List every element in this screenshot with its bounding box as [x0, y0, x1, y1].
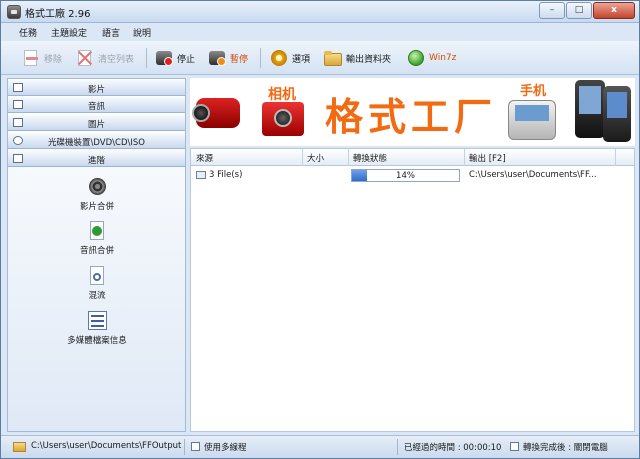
stop-button[interactable]: 停止	[154, 47, 195, 69]
banner-camera-label: 相机	[268, 87, 296, 103]
column-status[interactable]: 轉換狀態	[353, 152, 387, 164]
window-title: 格式工廠 2.96	[25, 9, 91, 20]
menu-theme[interactable]: 主題設定	[51, 26, 87, 39]
audio-file-icon	[86, 220, 108, 242]
sidebar-category-video[interactable]: 影片	[8, 80, 185, 96]
sidebar-category-disc[interactable]: 光碟機裝置\DVD\CD\ISO	[8, 133, 185, 149]
win7z-button[interactable]: Win7z	[406, 47, 456, 69]
film-reel-icon	[86, 176, 108, 198]
clear-list-icon	[75, 48, 95, 68]
output-folder-icon[interactable]	[13, 442, 26, 452]
menu-language[interactable]: 語言	[102, 26, 120, 39]
close-button[interactable]: x	[593, 2, 635, 19]
file-icon	[196, 171, 206, 179]
maximize-button[interactable]: □	[566, 2, 592, 19]
row-progress-bar: 14%	[351, 169, 460, 182]
menu-task[interactable]: 任務	[19, 26, 37, 39]
output-path: C:\Users\user\Documents\FFOutput	[31, 441, 182, 451]
sidebar-category-picture[interactable]: 圖片	[8, 115, 185, 131]
task-table: 來源 大小 轉換狀態 輸出 [F2] 3 File(s) 14% C:\User…	[190, 148, 635, 432]
after-done-checkbox[interactable]	[510, 442, 519, 451]
camera-image	[262, 102, 304, 136]
banner-title: 格式工厂	[325, 94, 498, 139]
multithread-option[interactable]: 使用多線程	[191, 441, 247, 453]
banner-phone-label: 手机	[520, 84, 547, 99]
pause-button[interactable]: 暫停	[207, 47, 248, 69]
sidebar-category-audio[interactable]: 音訊	[8, 97, 185, 113]
options-button[interactable]: 選項	[269, 47, 310, 69]
menu-help[interactable]: 說明	[133, 26, 151, 39]
phone-image	[508, 100, 556, 140]
mux-file-icon	[86, 265, 108, 287]
pause-icon	[207, 48, 227, 68]
row-output: C:\Users\user\Documents\FF...	[469, 170, 597, 180]
checklist-icon	[86, 310, 108, 332]
sidebar-category-advanced[interactable]: 進階	[8, 151, 185, 167]
after-done-option[interactable]: 轉換完成後 : 關閉電腦	[510, 441, 608, 453]
pda-image	[575, 80, 605, 138]
title-bar: 格式工廠 2.96 – □ x	[1, 1, 639, 23]
win7z-icon	[406, 48, 426, 68]
app-window: 格式工廠 2.96 – □ x 任務 主題設定 語言 說明 移除 清空列表 停止…	[0, 0, 640, 459]
status-bar: C:\Users\user\Documents\FFOutput 使用多線程 已…	[1, 435, 639, 458]
menu-bar: 任務 主題設定 語言 說明	[1, 23, 639, 41]
table-row[interactable]: 3 File(s) 14% C:\Users\user\Documents\FF…	[191, 167, 634, 183]
tool-media-info[interactable]: 多媒體檔案信息	[37, 310, 157, 346]
column-size[interactable]: 大小	[307, 152, 324, 164]
column-output[interactable]: 輸出 [F2]	[469, 152, 506, 164]
toolbar-separator	[146, 48, 147, 68]
multithread-checkbox[interactable]	[191, 442, 200, 451]
folder-icon	[323, 48, 343, 68]
toolbar: 移除 清空列表 停止 暫停 選項 輸出資料夾 Win7z	[1, 41, 639, 75]
clear-list-button[interactable]: 清空列表	[75, 47, 134, 69]
row-source: 3 File(s)	[209, 170, 243, 180]
gear-icon	[269, 48, 289, 68]
tool-video-join[interactable]: 影片合併	[37, 176, 157, 212]
output-folder-button[interactable]: 輸出資料夾	[323, 47, 391, 69]
progress-text: 14%	[396, 171, 415, 181]
table-header: 來源 大小 轉換狀態 輸出 [F2]	[191, 149, 634, 166]
remove-button[interactable]: 移除	[21, 47, 62, 69]
tool-mux[interactable]: 混流	[37, 265, 157, 301]
stop-icon	[154, 48, 174, 68]
banner: 相机 格式工厂 手机	[190, 78, 635, 146]
toolbar-separator	[260, 48, 261, 68]
tool-audio-join[interactable]: 音訊合併	[37, 220, 157, 256]
elapsed-time: 已經過的時間 : 00:00:10	[404, 443, 502, 453]
remove-icon	[21, 48, 41, 68]
camcorder-image	[192, 86, 252, 136]
column-source[interactable]: 來源	[196, 152, 213, 164]
sidebar: 影片 音訊 圖片 光碟機裝置\DVD\CD\ISO 進階 影片合併 音訊合併 混…	[7, 78, 186, 432]
minimize-button[interactable]: –	[539, 2, 565, 19]
app-icon	[7, 5, 21, 19]
smartphone-image	[603, 86, 631, 142]
window-controls: – □ x	[539, 2, 635, 19]
